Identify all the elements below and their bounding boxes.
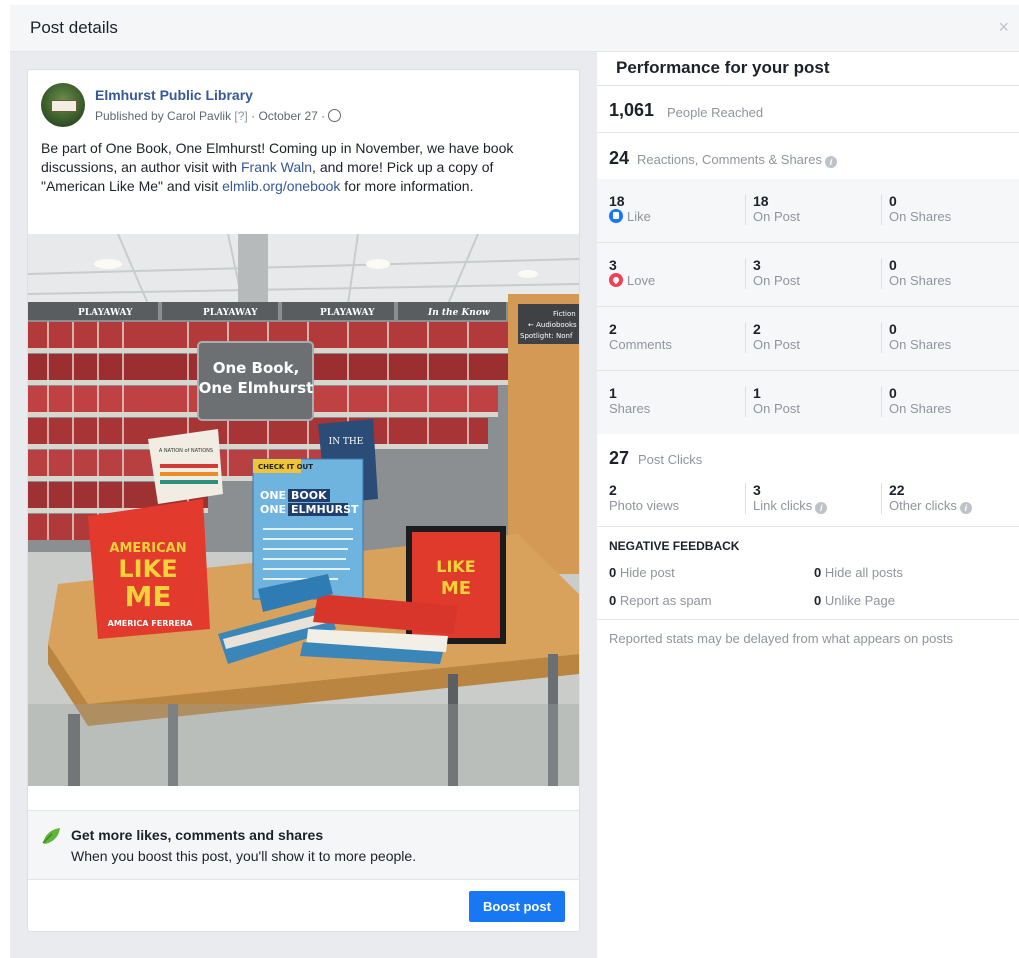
right-sign-line: Spotlight: Nonf xyxy=(520,332,573,340)
post-date[interactable]: · October 27 · xyxy=(251,109,325,123)
shelf-label: PLAYAWAY xyxy=(320,308,375,318)
right-sign-line: Fiction xyxy=(553,310,576,318)
book-author: AMERICA FERRERA xyxy=(108,619,193,628)
shelf-label: PLAYAWAY xyxy=(78,308,133,318)
reached-value: 1,061 xyxy=(609,100,655,120)
right-sign-line: ← Audiobooks xyxy=(528,321,577,329)
clicks-breakdown: 2 Photo views 3 Link clicks i 22 Other click… xyxy=(597,480,1019,527)
boost-tip-title: Get more likes, comments and shares xyxy=(71,827,324,843)
shelf-label: In the Know xyxy=(427,308,490,318)
boost-tip-body: When you boost this post, you'll show it… xyxy=(71,848,417,864)
dialog-header: Post details × xyxy=(10,5,1019,52)
onebook-link[interactable]: elmlib.org/onebook xyxy=(222,178,340,194)
rcs-value: 24 xyxy=(609,148,630,168)
help-link[interactable]: [?] xyxy=(234,109,247,123)
boost-post-button[interactable]: Boost post xyxy=(469,891,565,922)
frank-waln-link[interactable]: Frank Waln xyxy=(241,159,312,175)
nation-book-title: A NATION of NATIONS xyxy=(159,448,213,454)
flyer-title: ONE xyxy=(260,489,286,502)
negative-feedback-title: NEGATIVE FEEDBACK xyxy=(609,539,740,553)
neg-hide-post: 0 Hide post xyxy=(609,565,675,580)
in-the-book-title: IN THE xyxy=(329,437,364,447)
post-text: Be part of One Book, One Elmhurst! Comin… xyxy=(41,140,514,194)
performance-title: Performance for your post xyxy=(616,58,830,77)
dialog-title: Post details xyxy=(30,18,118,37)
book-title: ME xyxy=(125,580,172,613)
leaf-icon xyxy=(42,828,60,844)
neg-hide-all-posts: 0 Hide all posts xyxy=(814,565,903,580)
sign-line-2: One Elmhurst xyxy=(199,379,314,397)
like-row: 18 Like 18 On Post 0 On Shares xyxy=(597,179,1019,243)
neg-report-spam: 0 Report as spam xyxy=(609,593,712,608)
flyer-title: ELMHURST xyxy=(291,503,359,516)
post-photo[interactable]: PLAYAWAY PLAYAWAY PLAYAWAY In the Know F… xyxy=(28,234,579,786)
clicks-value: 27 xyxy=(609,448,630,468)
published-by: Published by Carol Pavlik xyxy=(95,109,232,123)
shelf-label: PLAYAWAY xyxy=(203,308,258,318)
flyer-title: BOOK xyxy=(291,489,327,502)
book-title: AMERICAN xyxy=(109,541,186,556)
book-title: LIKE xyxy=(436,557,475,576)
post-meta: Published by Carol Pavlik [?] · October … xyxy=(95,109,342,123)
shares-row: 1 Shares 1 On Post 0 On Shares xyxy=(609,385,952,417)
engagement-breakdown: 18 Like 18 On Post 0 On Shares 3 Love 3 On Po… xyxy=(597,179,1019,434)
comments-row: 2 Comments 2 On Post 0 On Shares xyxy=(597,307,1019,371)
performance-panel: Performance for your post 1,061 People R… xyxy=(597,52,1019,958)
post-preview-panel: Elmhurst Public Library Published by Car… xyxy=(10,52,597,958)
neg-unlike-page: 0 Unlike Page xyxy=(814,593,895,608)
reached-label: People Reached xyxy=(667,105,764,120)
clicks-label: Post Clicks xyxy=(638,452,703,467)
globe-icon xyxy=(328,109,342,122)
like-icon xyxy=(609,209,623,223)
stats-delay-note: Reported stats may be delayed from what … xyxy=(609,631,953,646)
close-icon[interactable]: × xyxy=(998,17,1009,38)
love-icon xyxy=(609,273,623,287)
sign-line-1: One Book, xyxy=(213,359,300,377)
book-title: LIKE xyxy=(118,555,177,583)
love-row: 3 Love 3 On Post 0 On Shares xyxy=(597,243,1019,307)
info-icon[interactable]: i xyxy=(815,502,828,514)
info-icon[interactable]: i xyxy=(959,502,972,514)
flyer-tag: CHECK IT OUT xyxy=(258,463,313,471)
page-avatar[interactable] xyxy=(41,83,85,127)
info-icon[interactable]: i xyxy=(824,156,837,168)
post-card: Elmhurst Public Library Published by Car… xyxy=(27,69,580,932)
book-title: ME xyxy=(441,578,471,599)
flyer-title: ONE xyxy=(260,503,286,516)
boost-tip: Get more likes, comments and shares When… xyxy=(28,810,579,880)
rcs-label: Reactions, Comments & Shares i xyxy=(637,152,837,168)
page-name-link[interactable]: Elmhurst Public Library xyxy=(95,87,253,103)
